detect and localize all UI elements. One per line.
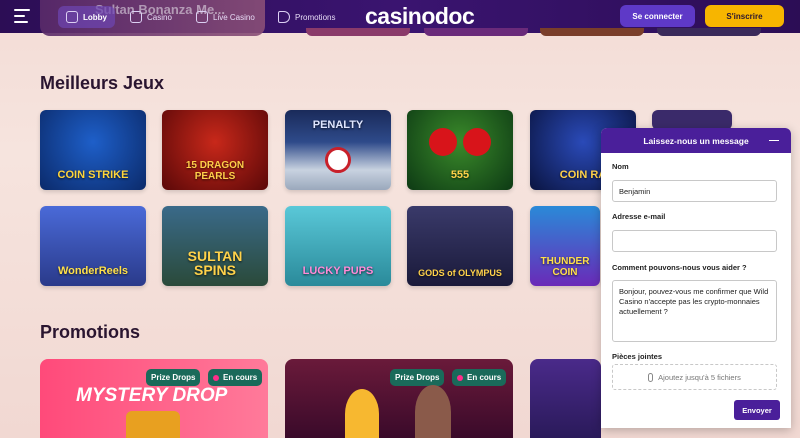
game-name: LUCKY PUPS <box>302 265 374 278</box>
game-name: SULTAN SPINS <box>187 247 243 279</box>
badge-label: En cours <box>223 373 258 382</box>
game-tile-peek[interactable] <box>540 28 644 36</box>
nav-casino-label: Casino <box>147 12 172 22</box>
nav-lobby-label: Lobby <box>83 12 107 22</box>
email-label: Adresse e-mail <box>612 212 666 221</box>
status-badge: En cours <box>452 369 507 386</box>
cherry-icon <box>429 128 457 156</box>
game-tile-sultan-spins[interactable]: SULTAN SPINS <box>162 206 268 286</box>
game-name: 555 <box>450 169 470 182</box>
casinodoc-logo[interactable]: casinodoc <box>365 3 475 30</box>
game-tile-lucky-pups[interactable]: LUCKY PUPS <box>285 206 391 286</box>
game-tile-peek[interactable] <box>657 28 761 36</box>
attachments-label: Pièces jointes <box>612 352 663 361</box>
game-tile-thunder-coin[interactable]: THUNDER COIN <box>530 206 600 286</box>
attachment-dropzone[interactable]: Ajoutez jusqu'à 5 fichiers <box>612 364 777 390</box>
chat-widget: Laissez-nous un message — Nom Benjamin A… <box>601 128 791 428</box>
game-tile-peek[interactable] <box>306 28 410 36</box>
attach-text: Ajoutez jusqu'à 5 fichiers <box>658 372 741 382</box>
paperclip-icon <box>648 372 654 382</box>
chat-header: Laissez-nous un message — <box>601 128 791 153</box>
live-icon <box>196 11 208 23</box>
game-name: COIN STRIKE <box>57 169 129 182</box>
game-tile-wonderreels[interactable]: WonderReels <box>40 206 146 286</box>
name-field[interactable]: Benjamin <box>612 180 777 202</box>
nav-live-casino-label: Live Casino <box>213 12 255 22</box>
promo-card-prize-drops[interactable]: Prize Drops En cours <box>285 359 513 438</box>
live-dot-icon <box>213 374 219 381</box>
game-name: WonderReels <box>57 265 129 278</box>
help-label: Comment pouvons-nous vous aider ? <box>612 263 747 272</box>
character-illustration <box>415 385 451 438</box>
chat-title: Laissez-nous un message <box>643 135 749 146</box>
promo-title: MYSTERY DROP <box>76 385 228 406</box>
game-name: THUNDER COIN <box>540 256 590 278</box>
login-button[interactable]: Se connecter <box>620 5 695 27</box>
section-title-best-games: Meilleurs Jeux <box>40 73 165 93</box>
badge-label: Prize Drops <box>395 373 440 382</box>
game-tile-peek-right[interactable] <box>652 110 732 130</box>
name-label: Nom <box>612 162 629 171</box>
live-dot-icon <box>457 374 463 381</box>
cherry-icon <box>463 128 491 156</box>
soccer-ball-icon <box>325 147 351 173</box>
casino-icon <box>130 11 142 23</box>
megaphone-icon <box>278 11 290 23</box>
game-tile-dragon-pearls[interactable]: 15 DRAGON PEARLS <box>162 110 268 190</box>
game-name: 15 DRAGON PEARLS <box>185 160 245 182</box>
game-tile-penalty[interactable]: PENALTY <box>285 110 391 190</box>
nav-live-casino[interactable]: Live Casino <box>196 6 255 28</box>
home-icon <box>66 11 78 23</box>
nav-promotions-label: Promotions <box>295 12 336 22</box>
minimize-icon[interactable]: — <box>769 135 779 146</box>
promo-card-peek[interactable] <box>530 359 601 438</box>
nav-lobby[interactable]: Lobby <box>58 6 115 28</box>
email-field[interactable] <box>612 230 777 252</box>
prize-drops-badge: Prize Drops <box>146 369 201 386</box>
badge-label: En cours <box>467 373 502 382</box>
game-tile-555[interactable]: 555 <box>407 110 513 190</box>
character-illustration <box>345 389 379 438</box>
prize-drops-badge: Prize Drops <box>390 369 445 386</box>
game-tile-peek[interactable] <box>424 28 528 36</box>
status-badge: En cours <box>208 369 263 386</box>
game-name: GODS of OLYMPUS <box>418 267 502 278</box>
badge-label: Prize Drops <box>151 373 196 382</box>
nav-promotions[interactable]: Promotions <box>278 6 335 28</box>
game-tile-coin-strike[interactable]: COIN STRIKE <box>40 110 146 190</box>
section-title-promotions: Promotions <box>40 322 141 342</box>
game-name: PENALTY <box>312 119 364 131</box>
game-tile-gods-of-olympus[interactable]: GODS of OLYMPUS <box>407 206 513 286</box>
nav-casino[interactable]: Casino <box>130 6 172 28</box>
promo-card-mystery-drop[interactable]: Prize Drops En cours MYSTERY DROP <box>40 359 268 438</box>
menu-icon[interactable] <box>14 9 30 23</box>
logo-text: casinodoc <box>365 3 475 29</box>
signup-button[interactable]: S'inscrire <box>705 5 784 27</box>
send-button[interactable]: Envoyer <box>734 400 780 420</box>
message-textarea[interactable]: Bonjour, pouvez-vous me confirmer que Wi… <box>612 280 777 342</box>
treasure-chest-icon <box>126 411 180 438</box>
